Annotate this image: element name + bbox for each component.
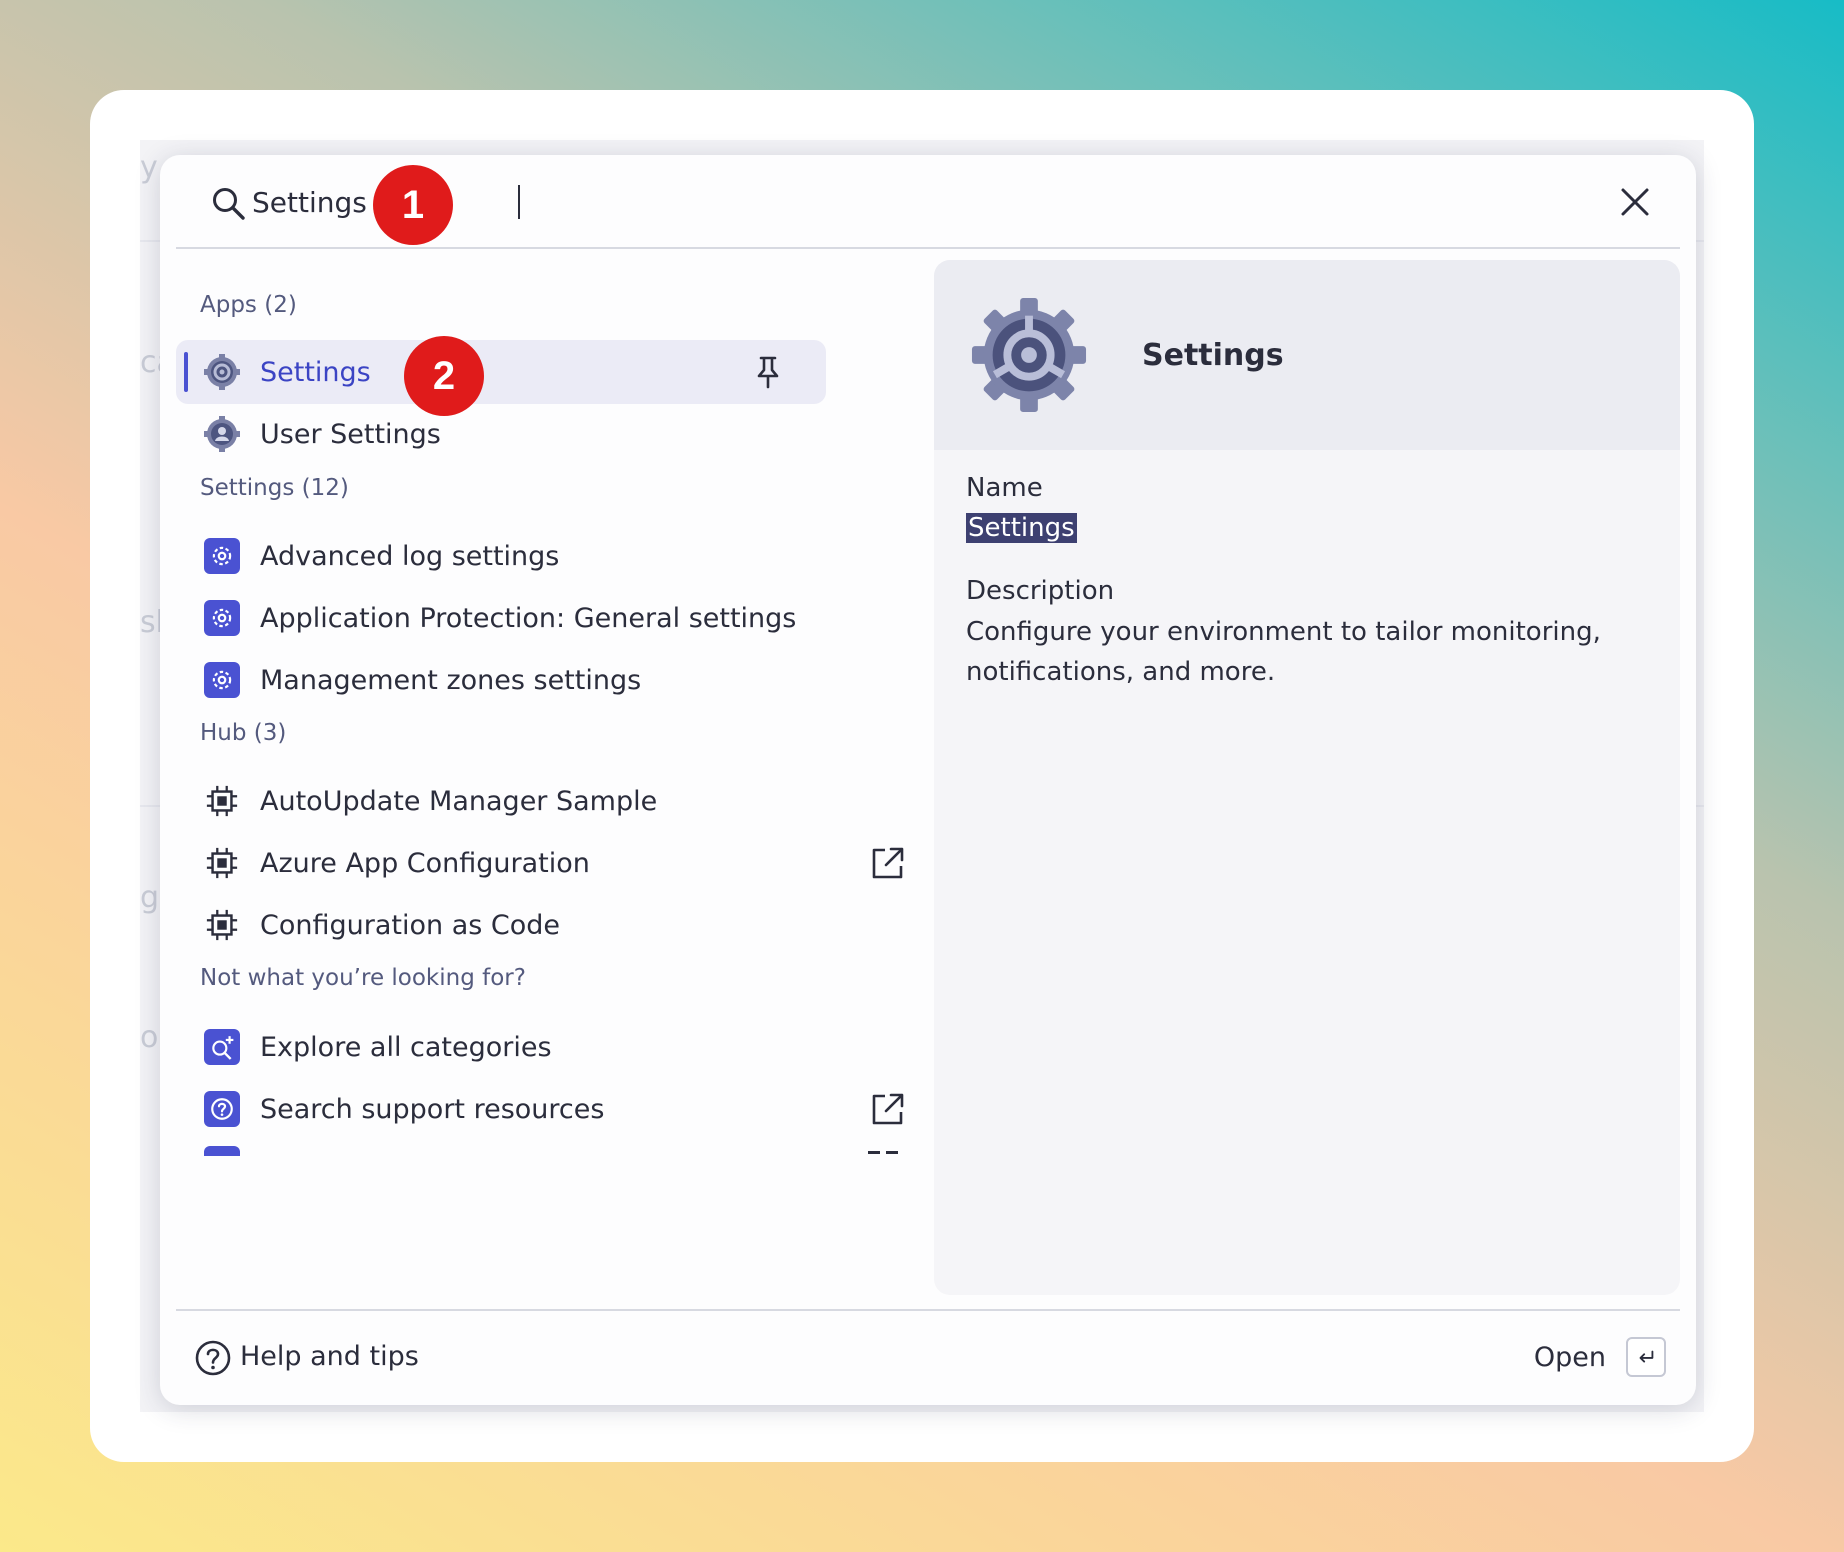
result-label: AutoUpdate Manager Sample	[260, 785, 658, 817]
settings-badge-icon	[204, 600, 240, 636]
result-label: User Settings	[260, 418, 441, 450]
result-setting-advanced-log[interactable]: Advanced log settings	[176, 524, 826, 588]
palette-footer: Help and tips Open	[176, 1309, 1680, 1405]
pin-icon[interactable]	[748, 352, 788, 392]
step-marker-2: 2	[404, 336, 484, 416]
search-input[interactable]	[252, 177, 852, 227]
chip-icon	[206, 909, 238, 941]
section-header-more: Not what you’re looking for?	[200, 965, 526, 991]
result-label: Management zones settings	[260, 664, 642, 696]
detail-header: Settings	[934, 260, 1680, 450]
enter-key-icon[interactable]	[1626, 1337, 1666, 1377]
result-setting-management-zones[interactable]: Management zones settings	[176, 648, 826, 712]
external-link-icon[interactable]	[868, 1089, 908, 1129]
result-label: Azure App Configuration	[260, 847, 590, 879]
close-icon[interactable]	[1616, 183, 1654, 221]
external-link-icon[interactable]	[868, 843, 908, 883]
search-icon	[213, 188, 245, 220]
explore-search-icon	[204, 1029, 240, 1065]
section-header-settings: Settings (12)	[200, 475, 349, 501]
result-hub-autoupdate[interactable]: AutoUpdate Manager Sample	[176, 769, 826, 833]
text-caret	[518, 185, 520, 219]
detail-name-label: Name	[966, 473, 1043, 503]
section-header-hub: Hub (3)	[200, 720, 287, 746]
chip-icon	[206, 847, 238, 879]
help-and-tips-link[interactable]: Help and tips	[240, 1341, 419, 1372]
clipped-row-action	[868, 1151, 880, 1154]
result-label: Configuration as Code	[260, 909, 561, 941]
detail-pane: Settings Name Settings Description Confi…	[934, 260, 1680, 1295]
detail-title: Settings	[1142, 338, 1284, 373]
result-support-resources[interactable]: Search support resources	[176, 1077, 826, 1141]
clipped-row-icon	[204, 1146, 240, 1156]
result-label: Settings	[260, 356, 371, 388]
result-hub-azure-app-config[interactable]: Azure App Configuration	[176, 831, 826, 895]
results-list: Apps (2) Settings User Settings Settings…	[176, 260, 916, 1305]
settings-gear-icon	[971, 297, 1087, 413]
result-label: Advanced log settings	[260, 540, 560, 572]
command-palette: 1 Apps (2) Settings	[160, 155, 1696, 1405]
settings-badge-icon	[204, 538, 240, 574]
user-settings-icon	[204, 416, 240, 452]
help-circle-icon[interactable]	[194, 1339, 232, 1377]
help-circle-icon	[204, 1091, 240, 1127]
result-explore-categories[interactable]: Explore all categories	[176, 1015, 826, 1079]
result-app-settings[interactable]: Settings	[176, 340, 826, 404]
section-header-apps: Apps (2)	[200, 292, 297, 318]
settings-gear-icon	[204, 354, 240, 390]
background-text: y	[140, 150, 158, 185]
result-label: Application Protection: General settings	[260, 602, 797, 634]
settings-badge-icon	[204, 662, 240, 698]
result-app-user-settings[interactable]: User Settings	[176, 402, 826, 466]
result-label: Search support resources	[260, 1093, 605, 1125]
step-marker-1: 1	[373, 165, 453, 245]
result-setting-app-protection[interactable]: Application Protection: General settings	[176, 586, 826, 650]
result-label: Explore all categories	[260, 1031, 552, 1063]
result-hub-config-as-code[interactable]: Configuration as Code	[176, 893, 826, 957]
detail-description-value: Configure your environment to tailor mon…	[966, 617, 1601, 687]
detail-description-label: Description	[966, 576, 1115, 606]
chip-icon	[206, 785, 238, 817]
background-text: o	[140, 1020, 159, 1055]
detail-name-value: Settings	[966, 513, 1077, 543]
open-label[interactable]: Open	[1534, 1342, 1606, 1373]
clipped-row-action	[886, 1151, 898, 1154]
